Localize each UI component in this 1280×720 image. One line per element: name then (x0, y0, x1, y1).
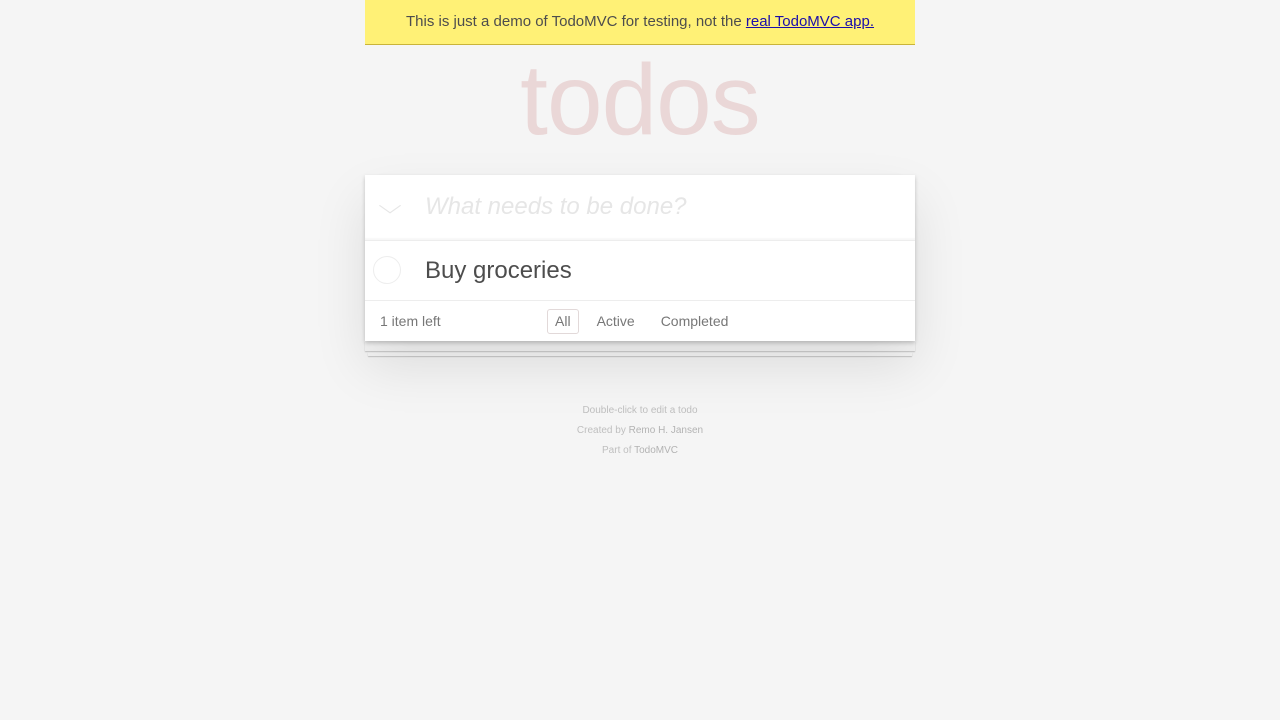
info-footer: Double-click to edit a todo Created by R… (365, 401, 915, 461)
todo-count: 1 item left (380, 313, 441, 329)
todo-footer: 1 item left All Active Completed (365, 301, 915, 341)
chevron-down-icon[interactable]: ⌵ (375, 195, 406, 217)
new-todo-row: ⌵ (365, 175, 915, 241)
real-todomvc-link[interactable]: real TodoMVC app. (746, 13, 874, 30)
filter-active[interactable]: Active (589, 309, 643, 334)
todo-app: ⌵ Buy groceries 1 item left All Active C… (365, 175, 915, 341)
page-container: This is just a demo of TodoMVC for testi… (365, 0, 915, 461)
filters: All Active Completed (547, 309, 736, 334)
new-todo-input[interactable] (425, 175, 915, 239)
info-part-of: Part of TodoMVC (365, 441, 915, 461)
todomvc-link[interactable]: TodoMVC (634, 445, 678, 456)
filter-completed[interactable]: Completed (653, 309, 737, 334)
todo-item[interactable]: Buy groceries (365, 241, 915, 301)
todo-label[interactable]: Buy groceries (425, 241, 572, 301)
filter-all[interactable]: All (547, 309, 579, 334)
todo-checkbox[interactable] (373, 256, 401, 284)
info-created-by: Created by Remo H. Jansen (365, 421, 915, 441)
part-of-prefix: Part of (602, 445, 635, 456)
app-title: todos (520, 44, 761, 156)
demo-banner: This is just a demo of TodoMVC for testi… (365, 0, 915, 45)
author-link[interactable]: Remo H. Jansen (629, 425, 703, 436)
banner-text: This is just a demo of TodoMVC for testi… (405, 13, 746, 30)
created-by-prefix: Created by (576, 425, 629, 436)
info-edit-hint: Double-click to edit a todo (582, 405, 698, 416)
